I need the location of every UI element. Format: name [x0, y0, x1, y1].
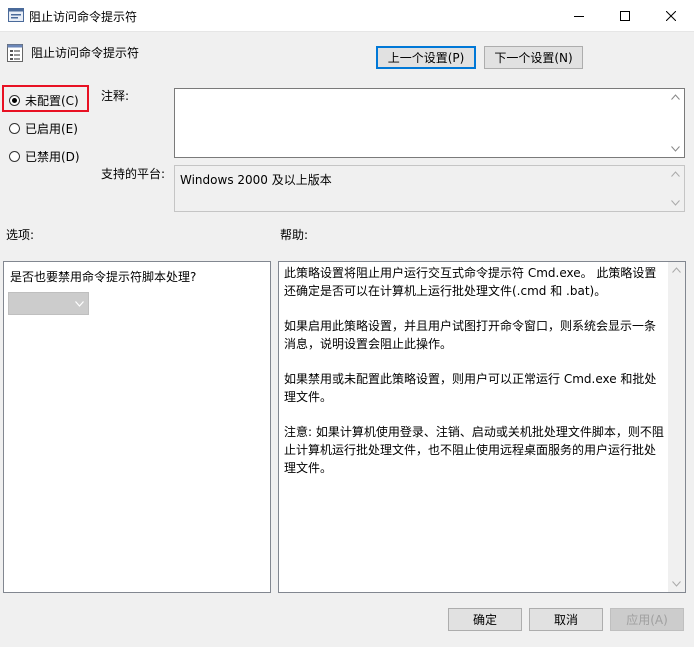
- cancel-button[interactable]: 取消: [529, 608, 603, 631]
- scroll-up-icon[interactable]: [671, 171, 680, 177]
- radio-button[interactable]: [9, 95, 20, 106]
- radio-label: 已启用(E): [25, 122, 78, 136]
- platform-value: Windows 2000 及以上版本: [180, 173, 332, 187]
- help-paragraph: 如果禁用或未配置此策略设置，则用户可以正常运行 Cmd.exe 和批处理文件。: [284, 372, 657, 404]
- maximize-button[interactable]: [602, 0, 648, 31]
- policy-title: 阻止访问命令提示符: [31, 46, 140, 60]
- options-label: 选项:: [6, 228, 35, 242]
- radio-button[interactable]: [9, 151, 20, 162]
- scroll-up-icon[interactable]: [672, 267, 681, 273]
- scroll-down-icon[interactable]: [671, 200, 680, 206]
- platform-scrollbar[interactable]: [667, 166, 684, 211]
- help-paragraph: 注意: 如果计算机使用登录、注销、启动或关机批处理文件脚本，则不阻止计算机运行批…: [284, 425, 664, 475]
- help-panel: 此策略设置将阻止用户运行交互式命令提示符 Cmd.exe。 此策略设置还确定是否…: [278, 261, 686, 593]
- close-icon: [666, 10, 676, 21]
- radio-label: 未配置(C): [25, 94, 79, 108]
- minimize-icon: [574, 15, 584, 17]
- radio-enabled[interactable]: 已启用(E): [9, 120, 78, 137]
- scroll-down-icon[interactable]: [671, 146, 680, 152]
- maximize-icon: [620, 10, 630, 21]
- comment-textarea[interactable]: [174, 88, 685, 158]
- help-scrollbar[interactable]: [668, 262, 685, 592]
- radio-label: 已禁用(D): [25, 150, 80, 164]
- platform-field: Windows 2000 及以上版本: [174, 165, 685, 212]
- chevron-down-icon: [75, 301, 84, 307]
- close-button[interactable]: [648, 0, 694, 31]
- options-question: 是否也要禁用命令提示符脚本处理?: [10, 270, 197, 284]
- apply-button[interactable]: 应用(A): [610, 608, 684, 631]
- next-setting-button[interactable]: 下一个设置(N): [484, 46, 583, 69]
- scroll-down-icon[interactable]: [672, 581, 681, 587]
- title-bar: 阻止访问命令提示符: [0, 0, 694, 32]
- radio-disabled[interactable]: 已禁用(D): [9, 148, 80, 165]
- help-label: 帮助:: [280, 228, 309, 242]
- comment-scrollbar[interactable]: [667, 89, 684, 157]
- scroll-up-icon[interactable]: [671, 94, 680, 100]
- ok-button[interactable]: 确定: [448, 608, 522, 631]
- policy-app-icon: [8, 8, 24, 22]
- help-text: 此策略设置将阻止用户运行交互式命令提示符 Cmd.exe。 此策略设置还确定是否…: [284, 264, 667, 494]
- policy-setting-icon: [7, 44, 23, 62]
- minimize-button[interactable]: [556, 0, 602, 31]
- comment-label: 注释:: [101, 89, 130, 103]
- previous-setting-button[interactable]: 上一个设置(P): [376, 46, 476, 69]
- radio-button[interactable]: [9, 123, 20, 134]
- platform-label: 支持的平台:: [101, 167, 166, 181]
- script-processing-dropdown[interactable]: [8, 292, 89, 315]
- help-paragraph: 如果启用此策略设置，并且用户试图打开命令窗口，则系统会显示一条消息，说明设置会阻…: [284, 319, 657, 351]
- radio-not-configured[interactable]: 未配置(C): [9, 92, 79, 109]
- window-title: 阻止访问命令提示符: [29, 10, 138, 24]
- help-paragraph: 此策略设置将阻止用户运行交互式命令提示符 Cmd.exe。 此策略设置还确定是否…: [284, 266, 657, 298]
